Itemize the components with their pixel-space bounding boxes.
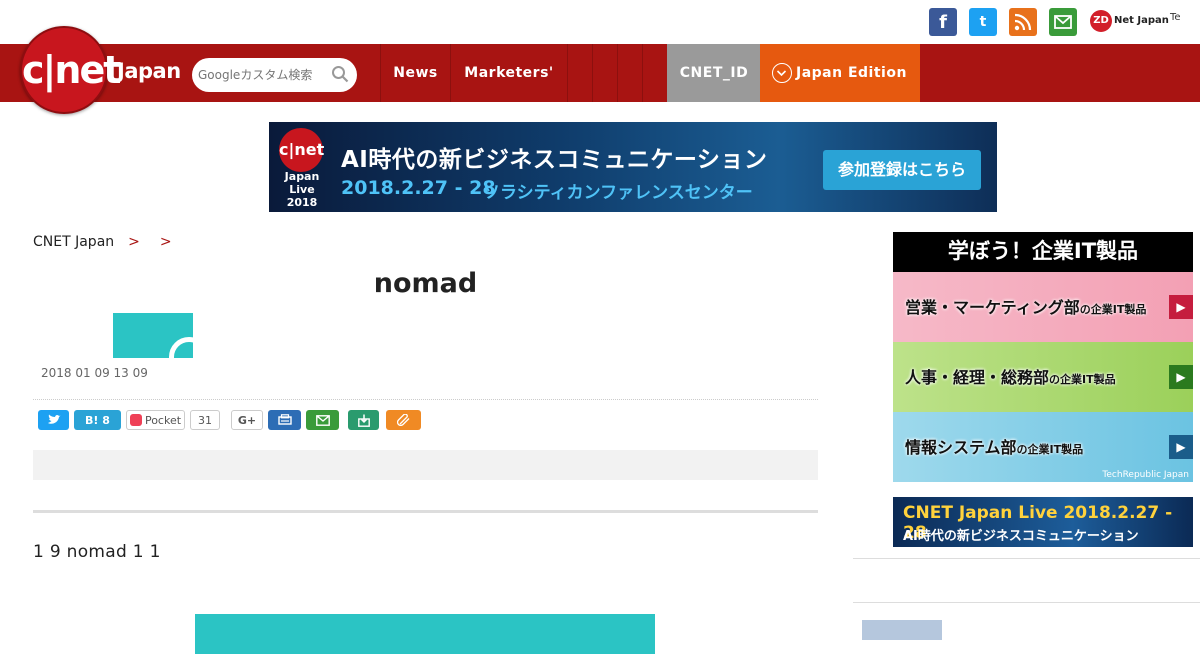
ad-heading: 学ぼう！企業IT製品: [947, 239, 1139, 263]
nav-marketers[interactable]: Marketers': [450, 44, 567, 102]
byline: 2018 01 09 13 09: [33, 366, 148, 380]
top-social-strip: f t ZD Net Japan Te: [0, 0, 1200, 44]
pocket-count: 31: [190, 410, 220, 430]
paperclip-icon: [396, 414, 409, 426]
ad-row-it[interactable]: 情報システム部の企業IT製品 ▶ TechRepublic Japan: [893, 412, 1193, 482]
live-banner-subtitle: AI時代の新ビジネスコミュニケーション: [903, 529, 1139, 544]
author-thumbnail: [113, 313, 193, 358]
article-title: nomad: [373, 268, 478, 299]
register-button[interactable]: 参加登録はこちら: [823, 150, 981, 190]
play-arrow-icon: ▶: [1169, 365, 1193, 389]
zdnet-japan-logo[interactable]: ZD Net Japan: [1090, 10, 1169, 32]
nav-divider: [617, 44, 618, 102]
article-hero-image: [195, 614, 655, 654]
print-button[interactable]: [268, 410, 301, 430]
content-divider: [33, 510, 818, 513]
nav-divider: [642, 44, 643, 102]
share-pocket-button[interactable]: Pocket: [126, 410, 185, 430]
sidebar-live-banner[interactable]: CNET Japan Live 2018.2.27 - 28 AI時代の新ビジネ…: [893, 497, 1193, 547]
divider: [33, 399, 818, 400]
save-button[interactable]: [348, 410, 379, 430]
play-arrow-icon: ▶: [1169, 435, 1193, 459]
banner-title: AI時代の新ビジネスコミュニケーション: [341, 147, 768, 173]
ad-credit: TechRepublic Japan: [1102, 470, 1189, 480]
download-icon: [357, 414, 370, 427]
twitter-icon[interactable]: t: [969, 8, 997, 36]
logo-japan-label: Japan: [117, 59, 181, 83]
share-hatena-button[interactable]: B! 8: [74, 410, 121, 430]
nav-japan-edition[interactable]: Japan Edition: [760, 44, 920, 102]
ad-row-hr[interactable]: 人事・経理・総務部の企業IT製品 ▶: [893, 342, 1193, 412]
mail-icon: [315, 414, 330, 426]
search-input[interactable]: [192, 58, 322, 92]
banner-venue: ソラシティカンファレンスセンター: [483, 183, 753, 203]
play-arrow-icon: ▶: [1169, 295, 1193, 319]
breadcrumb-home[interactable]: CNET Japan: [33, 234, 114, 250]
hatena-icon: B!: [85, 413, 99, 427]
top-ad-banner[interactable]: c|net Japan Live 2018 AI時代の新ビジネスコミュニケーショ…: [269, 122, 997, 212]
cnet-logo[interactable]: c|net: [20, 26, 121, 114]
mail-share-button[interactable]: [306, 410, 339, 430]
clip-button[interactable]: [386, 410, 421, 430]
nav-divider: [592, 44, 593, 102]
sidebar-article-thumbnail[interactable]: [862, 620, 942, 640]
pocket-icon: [129, 414, 142, 426]
banner-date: 2018.2.27 - 28: [341, 177, 496, 199]
article-meta-bar: [33, 450, 818, 480]
sidebar-section-heading: [853, 558, 1200, 603]
twitter-icon: [47, 414, 60, 424]
print-icon: [277, 414, 292, 425]
nav-cnet-id[interactable]: CNET_ID: [667, 44, 761, 102]
publish-date: 2018 01 09 13 09: [41, 366, 148, 380]
facebook-icon[interactable]: f: [929, 8, 957, 36]
ad-row-sales[interactable]: 営業・マーケティング部の企業IT製品 ▶: [893, 272, 1193, 342]
techrepublic-logo[interactable]: Te: [1170, 12, 1181, 23]
article-body: 1 9 nomad 1 1: [33, 542, 161, 562]
chevron-down-icon: [772, 63, 792, 83]
share-twitter-button[interactable]: [38, 410, 69, 430]
share-googleplus-button[interactable]: G+: [231, 410, 263, 430]
rss-icon[interactable]: [1009, 8, 1037, 36]
mail-icon[interactable]: [1049, 8, 1077, 36]
search-box: [192, 58, 357, 92]
nav-news[interactable]: News: [380, 44, 450, 102]
nav-divider: [567, 44, 568, 102]
banner-live-label: Japan Live 2018: [284, 170, 320, 209]
banner-cnet-logo: c|net: [279, 128, 324, 172]
breadcrumb: CNET Japan > >: [33, 234, 172, 250]
sidebar-it-products-ad[interactable]: 学ぼう！企業IT製品 営業・マーケティング部の企業IT製品 ▶ 人事・経理・総務…: [893, 232, 1193, 482]
search-icon[interactable]: [331, 65, 349, 83]
